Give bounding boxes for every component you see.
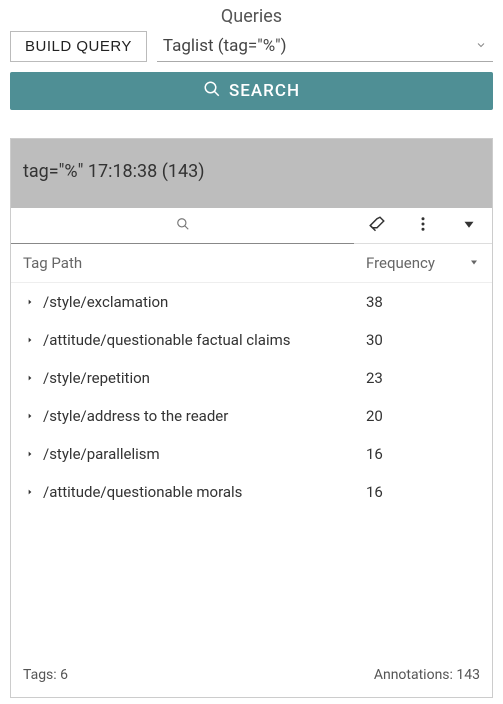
results-toolbar [11, 208, 492, 244]
table-row[interactable]: /style/repetition23 [11, 359, 492, 397]
results-footer: Tags: 6 Annotations: 143 [11, 657, 492, 697]
search-icon [203, 80, 221, 103]
table-row[interactable]: /style/parallelism16 [11, 435, 492, 473]
caret-right-icon [23, 374, 37, 382]
footer-annotations: Annotations: 143 [374, 667, 480, 683]
footer-tags: Tags: 6 [23, 667, 68, 683]
sort-indicator[interactable] [456, 254, 480, 272]
column-frequency[interactable]: Frequency [366, 254, 456, 272]
query-select-value: Taglist (tag="%") [163, 36, 287, 56]
table-row[interactable]: /attitude/questionable factual claims30 [11, 321, 492, 359]
collapse-button[interactable] [446, 208, 492, 243]
column-headers: Tag Path Frequency [11, 244, 492, 283]
search-icon [176, 216, 190, 235]
results-panel: tag="%" 17:18:38 (143) Tag Path Frequenc… [10, 138, 493, 698]
more-vertical-icon [414, 215, 432, 237]
tag-path: /style/repetition [43, 369, 366, 387]
tag-frequency: 23 [366, 369, 456, 387]
tag-frequency: 38 [366, 293, 456, 311]
chevron-down-icon [475, 36, 487, 56]
filter-input[interactable] [11, 208, 354, 244]
tag-frequency: 20 [366, 407, 456, 425]
tag-path: /attitude/questionable morals [43, 483, 366, 501]
results-rows: /style/exclamation38/attitude/questionab… [11, 283, 492, 657]
search-button[interactable]: SEARCH [10, 72, 493, 110]
caret-right-icon [23, 298, 37, 306]
eraser-icon [368, 215, 386, 237]
eraser-button[interactable] [354, 208, 400, 243]
tag-frequency: 30 [366, 331, 456, 349]
tag-path: /attitude/questionable factual claims [43, 331, 366, 349]
caret-down-icon [460, 215, 478, 237]
query-select[interactable]: Taglist (tag="%") [157, 31, 493, 62]
column-tag-path[interactable]: Tag Path [23, 254, 366, 272]
caret-right-icon [23, 488, 37, 496]
page-title: Queries [0, 0, 503, 31]
results-header: tag="%" 17:18:38 (143) [11, 139, 492, 208]
table-row[interactable]: /style/exclamation38 [11, 283, 492, 321]
build-query-button[interactable]: BUILD QUERY [10, 31, 147, 62]
query-controls-row: BUILD QUERY Taglist (tag="%") [0, 31, 503, 68]
caret-right-icon [23, 336, 37, 344]
search-label: SEARCH [229, 81, 300, 101]
tag-path: /style/address to the reader [43, 407, 366, 425]
table-row[interactable]: /style/address to the reader20 [11, 397, 492, 435]
caret-right-icon [23, 412, 37, 420]
caret-down-icon [468, 254, 480, 272]
tag-path: /style/parallelism [43, 445, 366, 463]
caret-right-icon [23, 450, 37, 458]
tag-path: /style/exclamation [43, 293, 366, 311]
tag-frequency: 16 [366, 445, 456, 463]
table-row[interactable]: /attitude/questionable morals16 [11, 473, 492, 511]
more-menu-button[interactable] [400, 208, 446, 243]
tag-frequency: 16 [366, 483, 456, 501]
